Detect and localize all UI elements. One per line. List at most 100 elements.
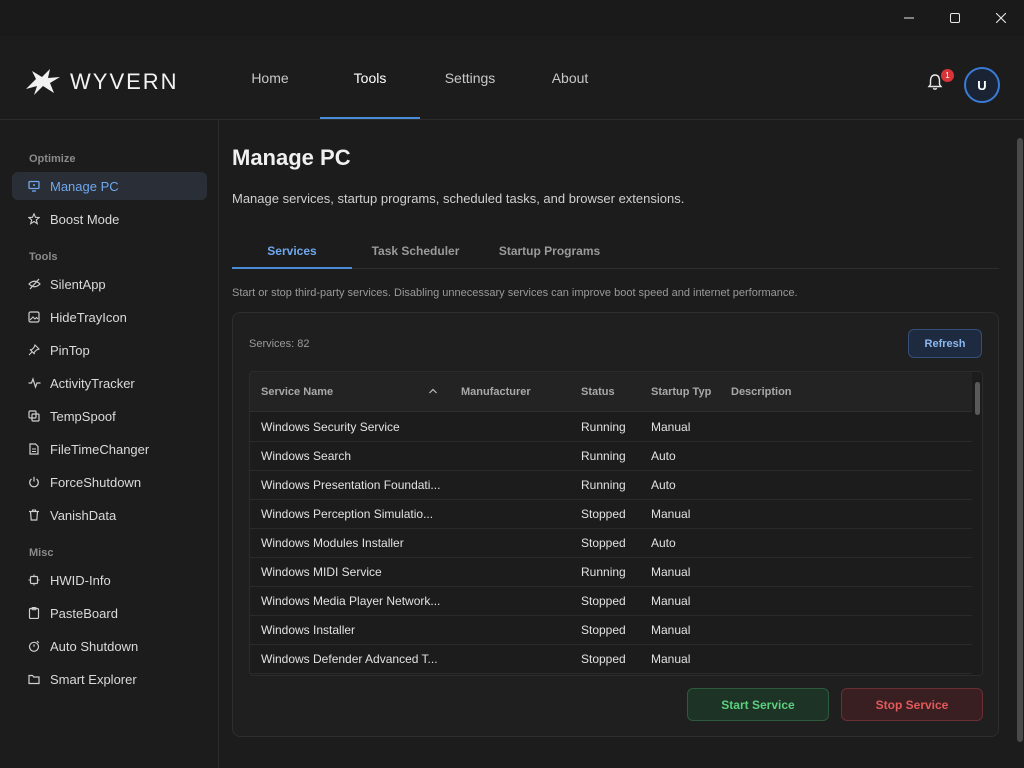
nav-tab-about[interactable]: About [520,36,620,119]
table-header: Service Name Manufacturer Status Startup… [250,372,982,412]
cell-startup-type: Manual [651,594,691,608]
activity-icon [27,376,41,390]
maximize-icon [950,13,960,23]
start-service-button[interactable]: Start Service [687,688,829,721]
notification-badge: 1 [941,69,954,82]
nav-tab-label: About [551,69,589,86]
services-table: Service Name Manufacturer Status Startup… [249,371,983,676]
sidebar-item-label: SilentApp [50,276,106,292]
table-row[interactable]: Windows Media Player Network... Stopped Ma… [250,587,972,616]
sidebar-section-optimize: Optimize [29,153,76,165]
app-logo[interactable]: WYVERN [24,67,179,97]
cell-status: Stopped [581,536,626,550]
copy-icon [27,409,41,423]
cell-startup-type: Manual [651,565,691,579]
tab-services[interactable]: Services [232,233,352,269]
eye-off-icon [27,277,41,291]
sidebar-item-label: FileTimeChanger [50,441,150,457]
sidebar-item-label: PasteBoard [50,605,118,621]
cell-status: Running [581,449,626,463]
nav-tab-settings[interactable]: Settings [420,36,520,119]
tab-label: Task Scheduler [371,243,460,258]
sidebar-item-label: PinTop [50,342,90,358]
page-title: Manage PC [232,145,351,170]
cell-service-name: Windows Search [261,449,352,463]
tab-task-scheduler[interactable]: Task Scheduler [358,233,473,268]
title-bar [0,0,1024,36]
table-row[interactable]: Windows Defender Advanced T... Stopped Man… [250,645,972,674]
sidebar-item-filetimechanger[interactable]: FileTimeChanger [12,435,207,463]
sidebar-item-manage-pc[interactable]: Manage PC [12,172,207,200]
nav-tab-label: Tools [353,69,387,86]
cell-startup-type: Manual [651,507,691,521]
cell-service-name: Windows Media Player Network... [261,594,441,608]
table-row[interactable]: Windows Presentation Foundati... Running A… [250,471,972,500]
star-icon [27,212,41,226]
nav-tab-label: Home [251,69,289,86]
window-scrollbar[interactable] [1016,120,1024,768]
sidebar-item-auto-shutdown[interactable]: Auto Shutdown [12,632,207,660]
table-row[interactable]: Windows Search Running Auto [250,442,972,471]
cell-status: Stopped [581,507,626,521]
column-header-status[interactable]: Status [581,372,615,412]
pin-icon [27,343,41,357]
sidebar-item-label: HideTrayIcon [50,309,127,325]
sidebar-item-smart-explorer[interactable]: Smart Explorer [12,665,207,693]
top-navigation: WYVERN Home Tools Settings About 1 U [0,36,1024,120]
sort-ascending-icon[interactable] [429,388,437,394]
minimize-button[interactable] [886,0,932,36]
page-subtitle: Manage services, startup programs, sched… [232,191,685,206]
cell-startup-type: Auto [651,478,676,492]
window-scrollbar-thumb[interactable] [1017,138,1023,742]
close-button[interactable] [978,0,1024,36]
cell-status: Stopped [581,594,626,608]
sidebar-item-forceshutdown[interactable]: ForceShutdown [12,468,207,496]
maximize-button[interactable] [932,0,978,36]
cell-status: Stopped [581,623,626,637]
column-header-service-name[interactable]: Service Name [261,372,333,412]
active-tab-underline [320,117,420,119]
refresh-button[interactable]: Refresh [908,329,982,358]
sidebar-item-boost-mode[interactable]: Boost Mode [12,205,207,233]
cell-service-name: Windows MIDI Service [261,565,382,579]
sidebar-item-hidetrayicon[interactable]: HideTrayIcon [12,303,207,331]
table-row[interactable]: Windows Installer Stopped Manual [250,616,972,645]
active-tab-underline [232,267,352,269]
stop-service-button[interactable]: Stop Service [841,688,983,721]
nav-tab-home[interactable]: Home [220,36,320,119]
tab-startup-programs[interactable]: Startup Programs [487,233,612,268]
clipboard-icon [27,606,41,620]
table-row[interactable]: Windows MIDI Service Running Manual [250,558,972,587]
cell-service-name: Windows Security Service [261,420,400,434]
avatar[interactable]: U [964,67,1000,103]
column-header-manufacturer[interactable]: Manufacturer [461,372,531,412]
logo-text: WYVERN [70,69,179,94]
nav-tab-tools[interactable]: Tools [320,36,420,119]
sidebar-item-tempspoof[interactable]: TempSpoof [12,402,207,430]
cell-startup-type: Manual [651,652,691,666]
tab-label: Startup Programs [498,243,601,258]
tab-label: Services [267,243,317,258]
sidebar-item-label: Smart Explorer [50,671,137,687]
sidebar-section-tools: Tools [29,251,58,263]
table-row[interactable]: Windows Modules Installer Stopped Auto [250,529,972,558]
services-description: Start or stop third-party services. Disa… [232,287,798,299]
sidebar-item-silentapp[interactable]: SilentApp [12,270,207,298]
column-header-startup-type[interactable]: Startup Typ [651,372,711,412]
sidebar-section-misc: Misc [29,547,54,559]
table-row[interactable]: Windows Perception Simulatio... Stopped Ma… [250,500,972,529]
sidebar-item-vanishdata[interactable]: VanishData [12,501,207,529]
cell-startup-type: Auto [651,449,676,463]
cell-service-name: Windows Modules Installer [261,536,404,550]
power-icon [27,475,41,489]
cell-status: Stopped [581,652,626,666]
sidebar-item-pintop[interactable]: PinTop [12,336,207,364]
folder-icon [27,672,41,686]
table-scrollbar-thumb[interactable] [975,382,980,415]
sidebar-item-hwid-info[interactable]: HWID-Info [12,566,207,594]
table-row[interactable]: Windows Security Service Running Manual [250,413,972,442]
sidebar-item-activitytracker[interactable]: ActivityTracker [12,369,207,397]
sidebar-item-pasteboard[interactable]: PasteBoard [12,599,207,627]
column-header-description[interactable]: Description [731,372,792,412]
table-scrollbar[interactable] [972,372,982,675]
